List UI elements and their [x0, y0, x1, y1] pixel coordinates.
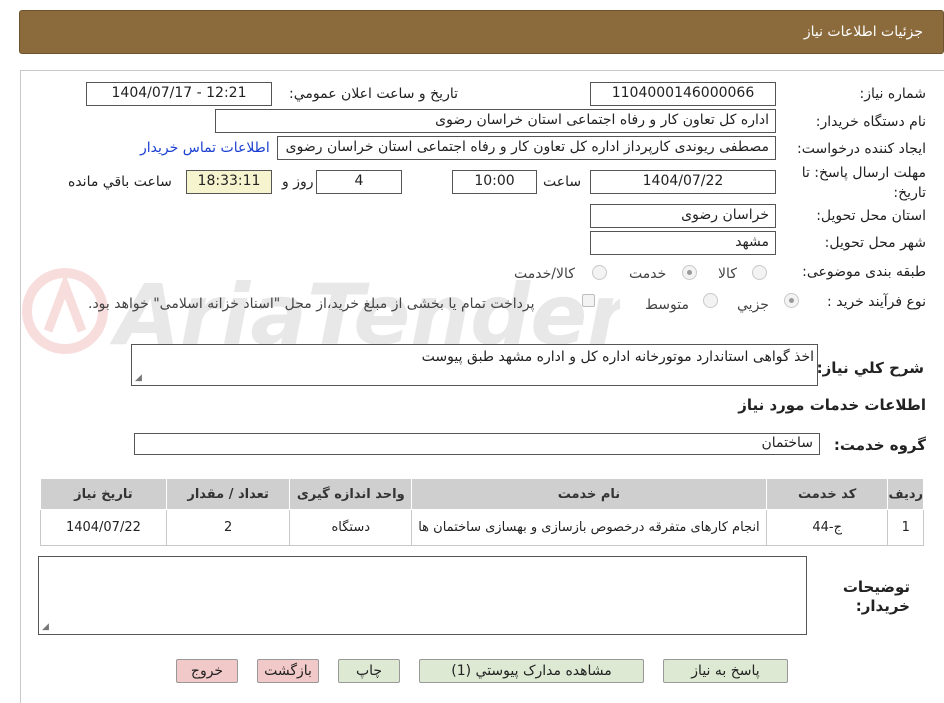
category-radio-goods-service[interactable]: [592, 265, 607, 280]
col-quantity: تعداد / مقدار: [165, 478, 291, 510]
deadline-label-date: تاريخ:: [893, 185, 926, 201]
province-field: خراسان رضوی: [590, 204, 776, 228]
announce-date-label: تاريخ و ساعت اعلان عمومي:: [289, 86, 458, 102]
buyer-notes-textarea[interactable]: ◢: [38, 556, 807, 635]
city-label: شهر محل تحويل:: [824, 235, 926, 251]
description-textarea: اخذ گواهی استاندارد موتورخانه اداره کل و…: [131, 344, 818, 386]
cell-unit: دستگاه: [289, 509, 413, 546]
page-title: جزئيات اطلاعات نياز: [803, 24, 923, 40]
time-label: ساعت: [543, 174, 582, 190]
category-radio-goods[interactable]: [752, 265, 767, 280]
category-option-service: خدمت: [629, 266, 667, 282]
days-remaining-field: 4: [316, 170, 402, 194]
col-row-number: رديف: [887, 478, 924, 510]
cell-quantity: 2: [165, 509, 291, 546]
col-service-code: کد خدمت: [765, 478, 889, 510]
process-option-medium: متوسط: [645, 297, 689, 313]
services-table-header: رديف کد خدمت نام خدمت واحد اندازه گيری ت…: [40, 478, 924, 510]
announce-date-field: 1404/07/17 - 12:21: [86, 82, 272, 106]
buyer-notes-label: توضيحات: [842, 578, 910, 596]
exit-button[interactable]: خروج: [176, 659, 238, 683]
buyer-org-field: اداره کل تعاون کار و رفاه اجتماعی استان …: [215, 109, 776, 133]
services-section-title: اطلاعات خدمات مورد نياز: [738, 396, 926, 414]
treasury-payment-note: پرداخت تمام یا بخشی از مبلغ خرید،از محل …: [88, 296, 535, 312]
resize-grip-icon[interactable]: ◢: [42, 622, 49, 632]
back-button[interactable]: بازگشت: [257, 659, 319, 683]
day-and-label: روز و: [282, 174, 314, 190]
buyer-contact-link[interactable]: اطلاعات تماس خريدار: [140, 140, 270, 156]
category-option-goods: کالا: [718, 266, 737, 282]
cell-need-date: 1404/07/22: [40, 509, 167, 546]
page-header: جزئيات اطلاعات نياز: [19, 10, 944, 54]
process-radio-medium[interactable]: [703, 293, 718, 308]
cell-service-code: ج-44: [765, 509, 889, 546]
reply-button[interactable]: پاسخ به نياز: [663, 659, 788, 683]
process-radio-minor[interactable]: [784, 293, 799, 308]
process-label: نوع فرآيند خريد :: [827, 294, 926, 310]
col-need-date: تاريخ نياز: [40, 478, 167, 510]
service-group-field: ساختمان: [134, 433, 820, 455]
cell-row-number: 1: [887, 509, 924, 546]
table-row: 1 ج-44 انجام کارهای متفرقه درخصوص بازساز…: [40, 509, 924, 546]
deadline-date-field: 1404/07/22: [590, 170, 776, 194]
buyer-org-label: نام دستگاه خريدار:: [815, 114, 926, 130]
requester-label: ايجاد کننده درخواست:: [797, 141, 926, 157]
process-option-minor: جزيي: [737, 297, 769, 313]
city-field: مشهد: [590, 231, 776, 255]
remaining-time-field: 18:33:11: [186, 170, 272, 194]
requester-field: مصطفی ریوندی کارپرداز اداره کل تعاون کار…: [277, 136, 776, 160]
services-table: رديف کد خدمت نام خدمت واحد اندازه گيری ت…: [40, 478, 924, 546]
category-option-goods-service: کالا/خدمت: [514, 266, 575, 282]
province-label: استان محل تحويل:: [816, 208, 926, 224]
description-label: شرح کلي نياز:: [816, 359, 924, 377]
treasury-checkbox[interactable]: [582, 294, 595, 307]
print-button[interactable]: چاپ: [338, 659, 400, 683]
category-radio-service[interactable]: [682, 265, 697, 280]
need-number-label: شماره نياز:: [859, 86, 927, 102]
category-label: طبقه بندی موضوعی:: [802, 264, 926, 280]
deadline-time-field: 10:00: [452, 170, 537, 194]
deadline-label: مهلت ارسال پاسخ: تا: [801, 165, 926, 181]
need-number-field: 1104000146000066: [590, 82, 776, 106]
remaining-time-label: ساعت باقي مانده: [68, 174, 172, 190]
col-service-name: نام خدمت: [411, 478, 767, 510]
cell-service-name: انجام کارهای متفرقه درخصوص بازسازی و بهس…: [411, 509, 767, 546]
view-attachments-button[interactable]: مشاهده مدارک پيوستي (1): [419, 659, 644, 683]
service-group-label: گروه خدمت:: [833, 436, 926, 454]
resize-grip-icon[interactable]: ◢: [135, 373, 142, 383]
col-unit: واحد اندازه گيری: [289, 478, 413, 510]
buyer-notes-label-line2: خريدار:: [855, 597, 910, 615]
description-text: اخذ گواهی استاندارد موتورخانه اداره کل و…: [421, 349, 814, 365]
